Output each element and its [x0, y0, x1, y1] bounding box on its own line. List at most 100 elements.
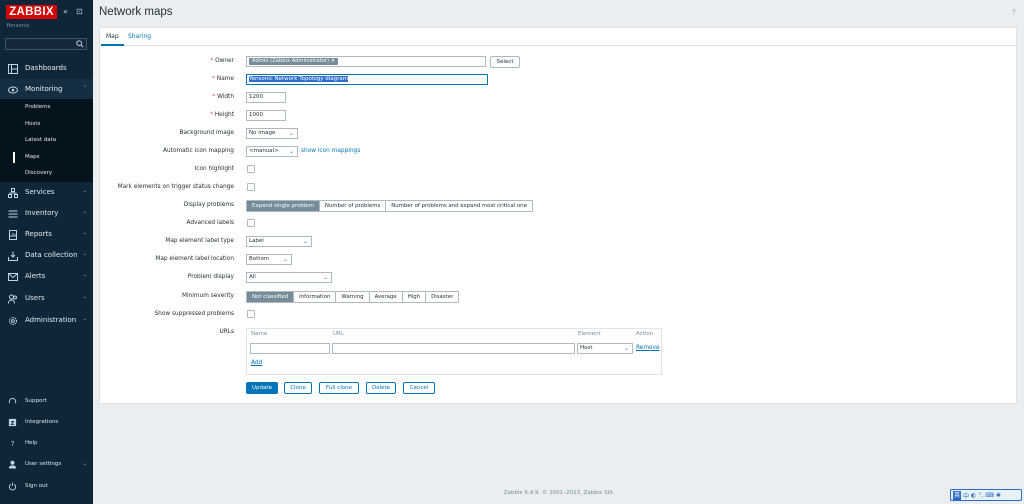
chevron-down-icon: ⌄ — [302, 238, 308, 245]
chevron-down-icon: ⌄ — [82, 316, 87, 322]
menu-users[interactable]: Users ⌄ — [0, 288, 93, 309]
label-type-select[interactable]: Label ⌄ — [246, 236, 312, 247]
menu-support[interactable]: Support — [0, 392, 93, 412]
chevron-down-icon: ⌄ — [623, 345, 629, 352]
menu-services[interactable]: Services ⌄ — [0, 182, 93, 203]
urls-header-element: Element — [578, 331, 601, 337]
owner-multiselect[interactable]: Admin (Zabbix Administrator) ✕ — [246, 56, 486, 67]
tab-bar: Map Sharing — [100, 28, 1016, 46]
option-number-expand-critical[interactable]: Number of problems and expand most criti… — [386, 201, 532, 211]
url-element-select[interactable]: Host ⌄ — [577, 343, 633, 354]
chevron-down-icon: ⌄ — [288, 148, 294, 155]
severity-not-classified[interactable]: Not classified — [247, 292, 295, 302]
ime-moon-icon[interactable]: ◐ — [971, 492, 976, 499]
menu-inventory[interactable]: Inventory ⌄ — [0, 203, 93, 224]
ime-chinese-icon[interactable]: 中 — [963, 491, 969, 500]
footer-copyright: Zabbix 6.4.9. © 2001–2023, Zabbix SIA — [503, 490, 614, 496]
full-clone-button[interactable]: Full clone — [319, 382, 359, 394]
mark-elements-checkbox[interactable] — [247, 183, 255, 191]
help-icon[interactable]: ? — [1012, 8, 1016, 17]
update-button[interactable]: Update — [246, 382, 278, 394]
icon-mapping-select[interactable]: <manual> ⌄ — [246, 146, 298, 157]
eye-icon — [8, 86, 18, 94]
option-expand-single-problem[interactable]: Expand single problem — [247, 201, 320, 211]
collapse-sidebar-icon[interactable]: « — [63, 7, 68, 17]
url-input[interactable] — [332, 343, 575, 354]
menu-sign-out[interactable]: Sign out — [0, 477, 93, 497]
advanced-labels-checkbox[interactable] — [247, 219, 255, 227]
tab-sharing[interactable]: Sharing — [123, 28, 156, 46]
option-number-of-problems[interactable]: Number of problems — [319, 201, 387, 211]
height-input[interactable]: 1000 — [246, 110, 286, 121]
help-icon: ? — [11, 439, 15, 448]
icon-mapping-label: Automatic icon mapping — [163, 148, 234, 154]
severity-information[interactable]: Information — [294, 292, 337, 302]
ime-english-icon[interactable]: 英 — [953, 490, 962, 500]
remove-url-link[interactable]: Remove — [636, 345, 660, 351]
cancel-button[interactable]: Cancel — [403, 382, 435, 394]
tab-map[interactable]: Map — [101, 28, 124, 46]
menu-label: Sign out — [25, 483, 48, 489]
display-problems-toggle: Expand single problem Number of problems… — [246, 200, 533, 212]
menu-label: Users — [25, 294, 45, 302]
user-icon — [8, 460, 17, 469]
show-icon-mappings-link[interactable]: show icon mappings — [301, 148, 360, 154]
severity-high[interactable]: High — [402, 292, 427, 302]
select-owner-button[interactable]: Select — [490, 56, 520, 68]
clone-button[interactable]: Clone — [284, 382, 312, 394]
submenu-problems[interactable]: Problems — [0, 99, 93, 116]
severity-warning[interactable]: Warning — [336, 292, 370, 302]
menu-label: User settings — [25, 461, 62, 467]
dashboard-icon — [8, 64, 18, 74]
severity-average[interactable]: Average — [369, 292, 403, 302]
menu-help[interactable]: ? Help — [0, 434, 93, 454]
menu-data-collection[interactable]: Data collection ⌄ — [0, 245, 93, 266]
kiosk-mode-icon[interactable]: ⊡ — [76, 7, 83, 17]
menu-label: Inventory — [25, 209, 59, 217]
show-suppressed-checkbox[interactable] — [247, 310, 255, 318]
problem-display-select[interactable]: All ⌄ — [246, 272, 332, 283]
menu-administration[interactable]: Administration ⌄ — [0, 310, 93, 331]
remove-owner-icon[interactable]: ✕ — [331, 58, 335, 64]
search-icon[interactable] — [76, 40, 84, 48]
inventory-icon — [8, 210, 18, 218]
menu-label: Help — [25, 440, 38, 446]
severity-disaster[interactable]: Disaster — [426, 292, 459, 302]
menu-dashboards[interactable]: Dashboards — [0, 58, 93, 79]
zabbix-logo[interactable]: ZABBIX — [6, 5, 57, 19]
submenu-discovery[interactable]: Discovery — [0, 165, 93, 182]
menu-alerts[interactable]: Alerts ⌄ — [0, 266, 93, 287]
ime-punctuation-icon[interactable]: °, — [978, 492, 983, 499]
menu-reports[interactable]: Reports ⌄ — [0, 224, 93, 245]
icon-highlight-label: Icon highlight — [194, 166, 234, 172]
menu-label: Data collection — [25, 251, 78, 259]
label-location-select[interactable]: Bottom ⌄ — [246, 254, 292, 265]
name-input[interactable]: Yensonic Network Topology diagram — [246, 74, 488, 85]
menu-label: Alerts — [25, 272, 46, 280]
chevron-down-icon: ⌄ — [288, 130, 294, 137]
background-image-select[interactable]: No image ⌄ — [246, 128, 298, 139]
chevron-down-icon: ⌄ — [282, 256, 288, 263]
delete-button[interactable]: Delete — [366, 382, 396, 394]
menu-user-settings[interactable]: User settings ⌄ — [0, 455, 93, 475]
menu-monitoring[interactable]: Monitoring ⌃ — [0, 79, 93, 100]
page-title: Network maps — [99, 6, 173, 18]
sidebar-search-input[interactable] — [5, 38, 87, 50]
submenu-maps[interactable]: Maps — [0, 149, 93, 166]
ime-keyboard-icon[interactable]: ⌨ — [985, 492, 994, 499]
url-name-input[interactable] — [250, 343, 330, 354]
menu-integrations[interactable]: Z Integrations — [0, 413, 93, 433]
svg-text:Z: Z — [11, 421, 15, 427]
support-icon — [8, 397, 17, 404]
submenu-hosts[interactable]: Hosts — [0, 116, 93, 133]
chevron-up-icon: ⌃ — [82, 85, 87, 91]
users-icon — [8, 294, 17, 304]
ime-toolbar[interactable]: 英 中 ◐ °, ⌨ ✱ — [950, 489, 1022, 501]
add-url-link[interactable]: Add — [251, 360, 262, 366]
submenu-latest-data[interactable]: Latest data — [0, 132, 93, 149]
icon-highlight-checkbox[interactable] — [247, 165, 255, 173]
severity-toggle: Not classified Information Warning Avera… — [246, 291, 460, 303]
width-input[interactable]: 1200 — [246, 92, 286, 103]
ime-settings-icon[interactable]: ✱ — [996, 492, 1001, 499]
menu-label: Services — [25, 188, 55, 196]
